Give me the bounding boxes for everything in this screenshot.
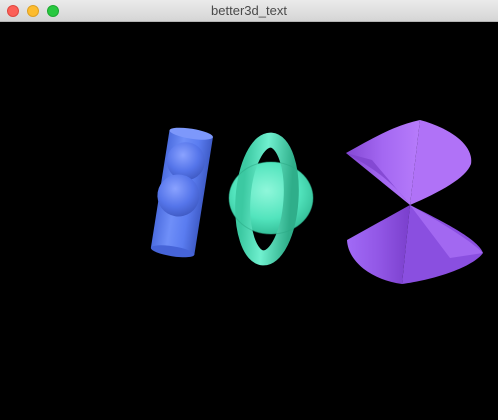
app-window: better3d_text — [0, 0, 498, 420]
window-title: better3d_text — [211, 3, 287, 18]
sphere-torus-object — [228, 132, 314, 266]
render-canvas[interactable] — [0, 22, 498, 420]
cylinder-object — [150, 127, 213, 258]
double-cone-object — [346, 120, 483, 284]
title-bar[interactable]: better3d_text — [0, 0, 498, 22]
